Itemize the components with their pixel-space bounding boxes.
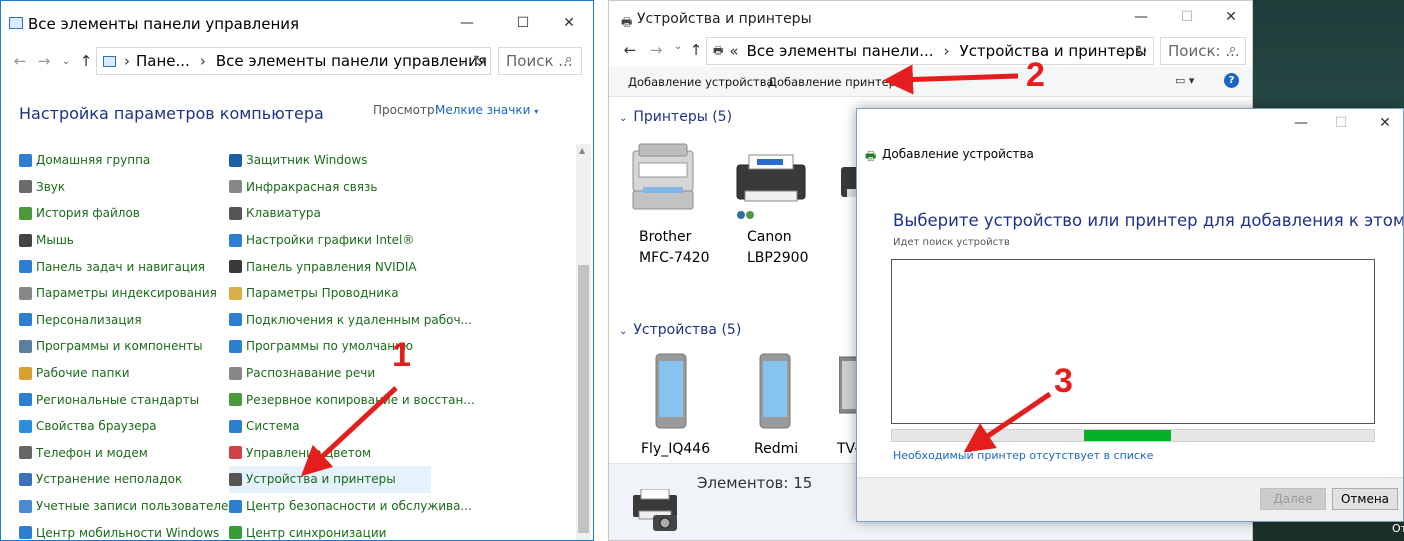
annotation-number-3: 3 — [1054, 362, 1073, 400]
corner-text: От — [1392, 522, 1404, 535]
annotation-arrow-3 — [963, 391, 1052, 453]
annotation-arrow-1 — [301, 386, 398, 477]
annotation-arrow-2 — [883, 64, 1019, 95]
annotation-number-1: 1 — [392, 336, 411, 374]
annotation-number-2: 2 — [1026, 56, 1045, 94]
annotation-layer — [301, 64, 1052, 477]
